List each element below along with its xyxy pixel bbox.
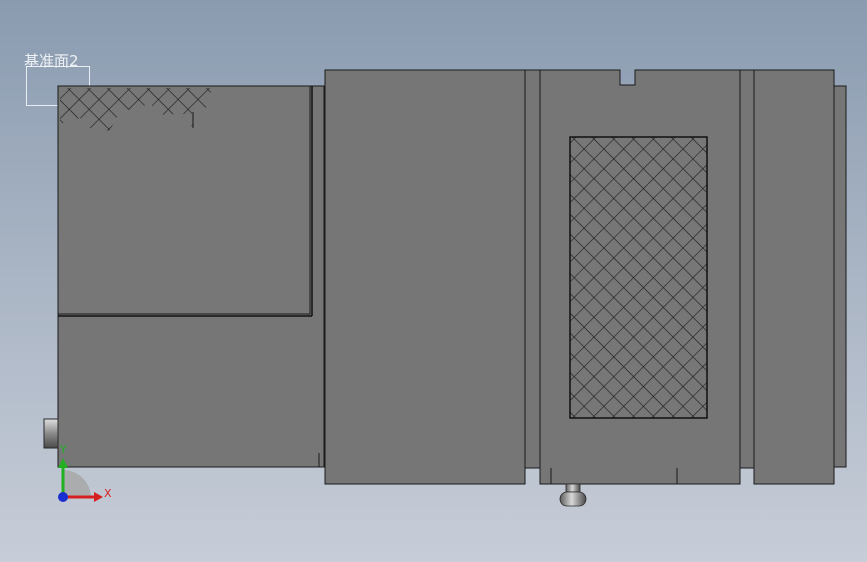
bottom-screw[interactable]: [559, 483, 587, 507]
end-housing[interactable]: [739, 69, 847, 485]
z-axis-dot: [58, 492, 68, 502]
middle-housing[interactable]: [324, 69, 541, 485]
graphics-viewport[interactable]: 基准面2 Y X: [0, 0, 867, 562]
left-housing[interactable]: [57, 85, 325, 468]
y-axis-label: Y: [60, 443, 67, 456]
x-axis-label: X: [104, 487, 112, 500]
right-housing[interactable]: [539, 69, 741, 485]
mesh-window[interactable]: [569, 136, 708, 419]
left-fitting[interactable]: [43, 418, 59, 449]
model-canvas[interactable]: [0, 0, 867, 562]
